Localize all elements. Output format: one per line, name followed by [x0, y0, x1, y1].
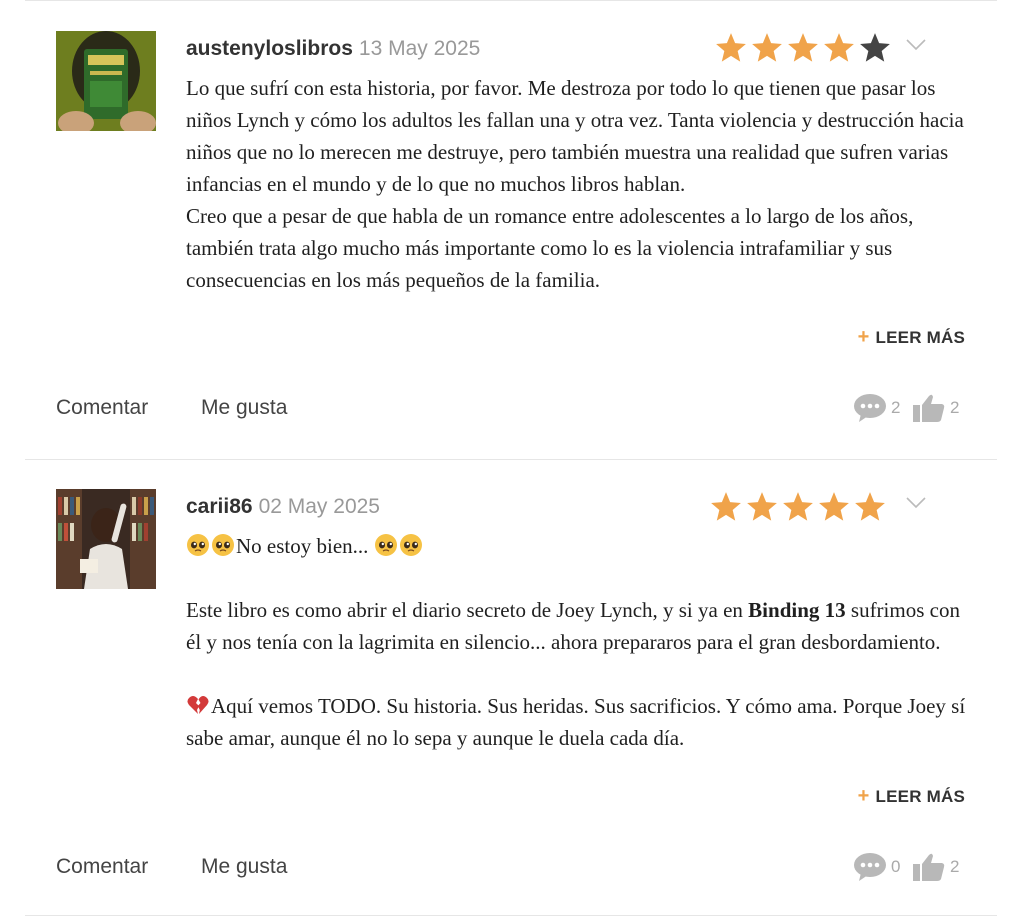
comment-bubble-icon: [854, 853, 886, 881]
book-title-bold: Binding 13: [748, 598, 846, 622]
review-header: carii86 02 May 2025: [186, 494, 380, 519]
like-button[interactable]: Me gusta: [201, 396, 287, 420]
likes-counter[interactable]: 2: [912, 393, 959, 423]
read-more-button[interactable]: + LEER MÁS: [858, 326, 965, 349]
username-link[interactable]: austenyloslibros: [186, 37, 353, 60]
plus-icon: +: [857, 326, 870, 348]
pleading-face-emoji: [399, 533, 423, 557]
likes-count: 2: [950, 398, 960, 417]
comment-bubble-icon: [854, 394, 886, 422]
star-icon: [752, 33, 782, 62]
comment-button[interactable]: Comentar: [56, 396, 148, 420]
star-icon: [824, 33, 854, 62]
review-body: Lo que sufrí con esta historia, por favo…: [186, 72, 976, 304]
avatar[interactable]: [56, 31, 156, 131]
thumbs-up-icon: [913, 394, 945, 422]
avatar[interactable]: [56, 489, 156, 589]
review-date: 13 May 2025: [358, 37, 481, 60]
likes-count: 2: [950, 857, 960, 876]
star-icon: [783, 492, 813, 521]
like-button[interactable]: Me gusta: [201, 855, 287, 879]
comments-count: 2: [891, 398, 901, 417]
star-icon: [819, 492, 849, 521]
chevron-down-icon[interactable]: [905, 38, 927, 52]
pleading-face-emoji: [374, 533, 398, 557]
star-rating: [709, 489, 887, 525]
star-icon: [860, 33, 890, 62]
comments-counter[interactable]: 0: [853, 852, 900, 882]
review-header: austenyloslibros 13 May 2025: [186, 36, 480, 61]
star-icon: [788, 33, 818, 62]
review-paragraph: Creo que a pesar de que habla de un roma…: [186, 204, 914, 292]
star-icon: [716, 33, 746, 62]
review-text: No estoy bien...: [236, 534, 374, 558]
review-paragraph: Aquí vemos TODO. Su historia. Sus herida…: [186, 693, 966, 750]
read-more-button[interactable]: + LEER MÁS: [858, 785, 965, 808]
review-paragraph: Este libro es como abrir el diario secre…: [186, 598, 960, 654]
review-body: No estoy bien... Este libro es como abri…: [186, 530, 976, 762]
thumbs-up-icon: [913, 853, 945, 881]
review-date: 02 May 2025: [258, 495, 380, 518]
plus-icon: +: [857, 785, 870, 807]
star-rating: [714, 30, 892, 66]
divider: [25, 915, 997, 916]
pleading-face-emoji: [186, 533, 210, 557]
star-icon: [855, 492, 885, 521]
chevron-down-icon[interactable]: [905, 496, 927, 510]
star-icon: [747, 492, 777, 521]
divider-top: [25, 0, 997, 1]
review-paragraph: Lo que sufrí con esta historia, por favo…: [186, 76, 964, 196]
comments-count: 0: [891, 857, 901, 876]
broken-heart-emoji: [186, 693, 210, 717]
review-paragraph: No estoy bien...: [186, 530, 976, 562]
likes-counter[interactable]: 2: [912, 852, 959, 882]
username-link[interactable]: carii86: [186, 495, 253, 518]
comments-counter[interactable]: 2: [853, 393, 900, 423]
comment-button[interactable]: Comentar: [56, 855, 148, 879]
divider: [25, 459, 997, 460]
pleading-face-emoji: [211, 533, 235, 557]
star-icon: [711, 492, 741, 521]
